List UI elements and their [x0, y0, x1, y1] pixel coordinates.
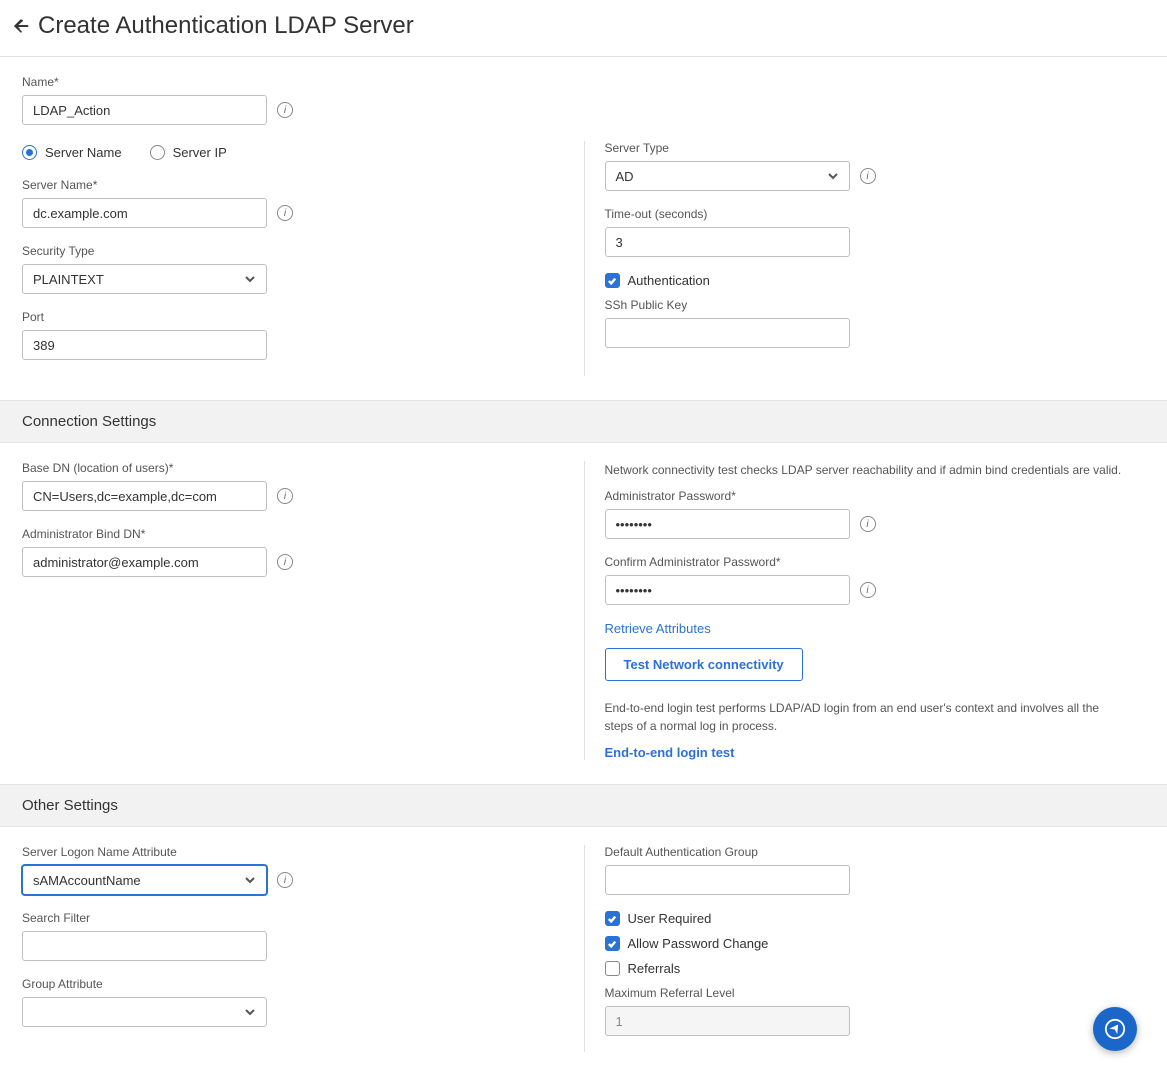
name-label: Name* — [22, 75, 1145, 89]
confirm-admin-password-input[interactable] — [605, 575, 850, 605]
e2e-login-test-link[interactable]: End-to-end login test — [605, 745, 1126, 760]
authentication-checkbox[interactable]: Authentication — [605, 273, 1126, 288]
radio-server-ip-label: Server IP — [173, 145, 227, 160]
default-auth-group-input[interactable] — [605, 865, 850, 895]
radio-icon — [150, 145, 165, 160]
page-title: Create Authentication LDAP Server — [38, 12, 414, 40]
info-icon[interactable]: i — [860, 582, 876, 598]
radio-icon — [22, 145, 37, 160]
radio-server-name[interactable]: Server Name — [22, 145, 122, 160]
chevron-down-icon — [244, 1006, 256, 1018]
confirm-admin-password-label: Confirm Administrator Password* — [605, 555, 1126, 569]
checkbox-icon — [605, 273, 620, 288]
connection-settings-header: Connection Settings — [0, 400, 1167, 443]
chevron-down-icon — [827, 170, 839, 182]
admin-bind-dn-input[interactable] — [22, 547, 267, 577]
max-referral-label: Maximum Referral Level — [605, 986, 1126, 1000]
timeout-input[interactable] — [605, 227, 850, 257]
checkbox-icon — [605, 936, 620, 951]
test-network-button[interactable]: Test Network connectivity — [605, 648, 803, 681]
radio-server-name-label: Server Name — [45, 145, 122, 160]
user-required-label: User Required — [628, 911, 712, 926]
default-auth-group-label: Default Authentication Group — [605, 845, 1126, 859]
port-input[interactable] — [22, 330, 267, 360]
name-input[interactable] — [22, 95, 267, 125]
search-filter-label: Search Filter — [22, 911, 564, 925]
info-icon[interactable]: i — [277, 488, 293, 504]
admin-password-input[interactable] — [605, 509, 850, 539]
allow-password-change-label: Allow Password Change — [628, 936, 769, 951]
authentication-label: Authentication — [628, 273, 710, 288]
referrals-checkbox[interactable]: Referrals — [605, 961, 1126, 976]
security-type-label: Security Type — [22, 244, 564, 258]
referrals-label: Referrals — [628, 961, 681, 976]
radio-server-ip[interactable]: Server IP — [150, 145, 227, 160]
ssh-public-key-input[interactable] — [605, 318, 850, 348]
info-icon[interactable]: i — [860, 516, 876, 532]
group-attr-select[interactable] — [22, 997, 267, 1027]
e2e-help-text: End-to-end login test performs LDAP/AD l… — [605, 699, 1126, 735]
user-required-checkbox[interactable]: User Required — [605, 911, 1126, 926]
info-icon[interactable]: i — [277, 554, 293, 570]
security-type-select[interactable]: PLAINTEXT — [22, 264, 267, 294]
server-name-input[interactable] — [22, 198, 267, 228]
info-icon[interactable]: i — [277, 872, 293, 888]
logon-attr-value: sAMAccountName — [33, 873, 141, 888]
base-dn-input[interactable] — [22, 481, 267, 511]
other-settings-header: Other Settings — [0, 784, 1167, 827]
chevron-down-icon — [244, 273, 256, 285]
max-referral-input[interactable] — [605, 1006, 850, 1036]
chevron-down-icon — [244, 874, 256, 886]
info-icon[interactable]: i — [277, 205, 293, 221]
port-label: Port — [22, 310, 564, 324]
allow-password-change-checkbox[interactable]: Allow Password Change — [605, 936, 1126, 951]
base-dn-label: Base DN (location of users)* — [22, 461, 564, 475]
timeout-label: Time-out (seconds) — [605, 207, 1126, 221]
admin-password-label: Administrator Password* — [605, 489, 1126, 503]
info-icon[interactable]: i — [860, 168, 876, 184]
logon-attr-label: Server Logon Name Attribute — [22, 845, 564, 859]
search-filter-input[interactable] — [22, 931, 267, 961]
back-arrow-icon[interactable] — [10, 15, 32, 37]
checkbox-icon — [605, 911, 620, 926]
group-attr-label: Group Attribute — [22, 977, 564, 991]
checkbox-icon — [605, 961, 620, 976]
send-fab-button[interactable] — [1093, 1007, 1137, 1051]
server-name-label: Server Name* — [22, 178, 564, 192]
security-type-value: PLAINTEXT — [33, 272, 104, 287]
logon-attr-select[interactable]: sAMAccountName — [22, 865, 267, 895]
server-type-label: Server Type — [605, 141, 1126, 155]
server-type-select[interactable]: AD — [605, 161, 850, 191]
ssh-public-key-label: SSh Public Key — [605, 298, 1126, 312]
admin-bind-dn-label: Administrator Bind DN* — [22, 527, 564, 541]
network-help-text: Network connectivity test checks LDAP se… — [605, 461, 1126, 479]
retrieve-attributes-link[interactable]: Retrieve Attributes — [605, 621, 1126, 636]
info-icon[interactable]: i — [277, 102, 293, 118]
server-type-value: AD — [616, 169, 634, 184]
